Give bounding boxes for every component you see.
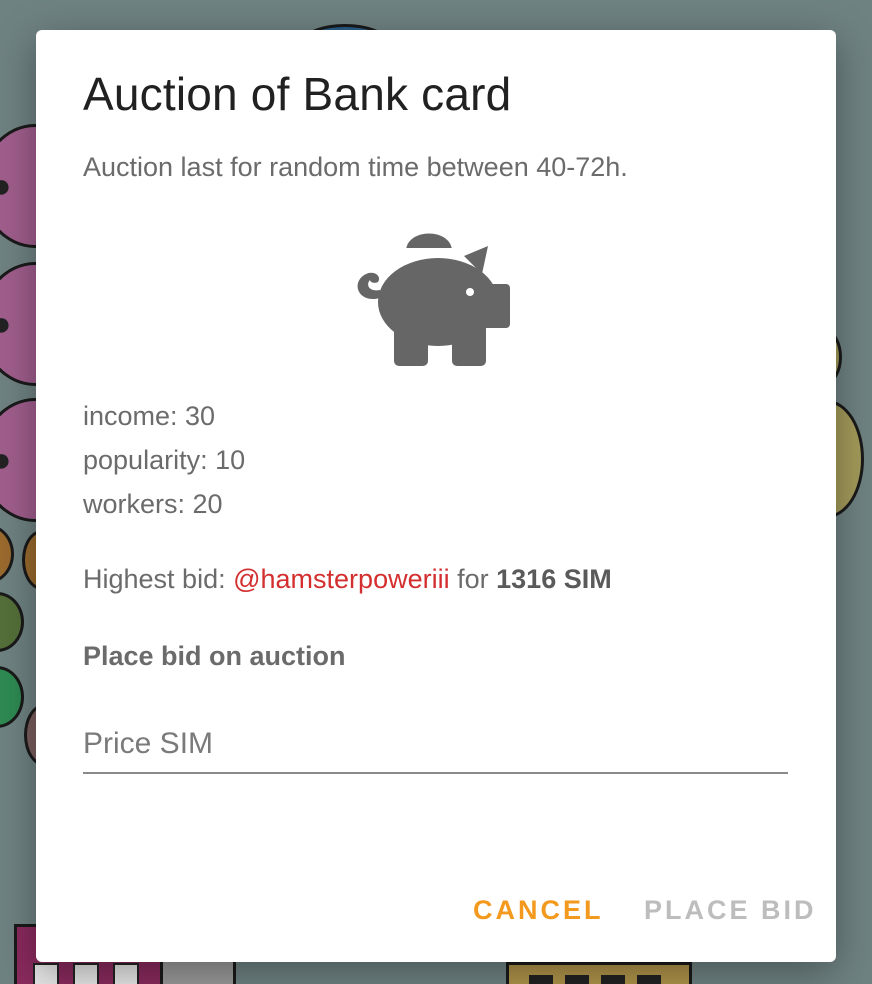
price-input[interactable] (83, 716, 788, 774)
highest-bid-connector: for (457, 564, 489, 594)
cancel-button[interactable]: CANCEL (473, 890, 604, 930)
piggy-bank-icon (357, 233, 510, 366)
board-token (0, 666, 24, 728)
stat-popularity: popularity: 10 (83, 445, 246, 475)
stat-workers: workers: 20 (83, 489, 223, 519)
highest-bid-amount: 1316 SIM (496, 564, 612, 594)
highest-bid-label: Highest bid: (83, 564, 226, 594)
spy-icon: ● (0, 441, 12, 479)
stat-income: income: 30 (83, 401, 216, 431)
highest-bid: Highest bid: @hamsterpoweriii for 1316 S… (83, 562, 612, 596)
board-token (0, 592, 24, 652)
bidder-username[interactable]: @hamsterpoweriii (233, 564, 449, 594)
board-token (0, 524, 14, 584)
auction-dialog: Auction of Bank card Auction last for ra… (36, 30, 836, 962)
place-bid-heading: Place bid on auction (83, 641, 346, 671)
dialog-title: Auction of Bank card (83, 68, 512, 120)
auction-duration-text: Auction last for random time between 40-… (83, 152, 628, 182)
spy-icon: ● (0, 167, 12, 205)
card-stats: income: 30 popularity: 10 workers: 20 (83, 396, 245, 528)
spy-icon: ● (0, 305, 12, 343)
place-bid-button[interactable]: PLACE BID (644, 890, 817, 930)
board-building (506, 962, 692, 984)
